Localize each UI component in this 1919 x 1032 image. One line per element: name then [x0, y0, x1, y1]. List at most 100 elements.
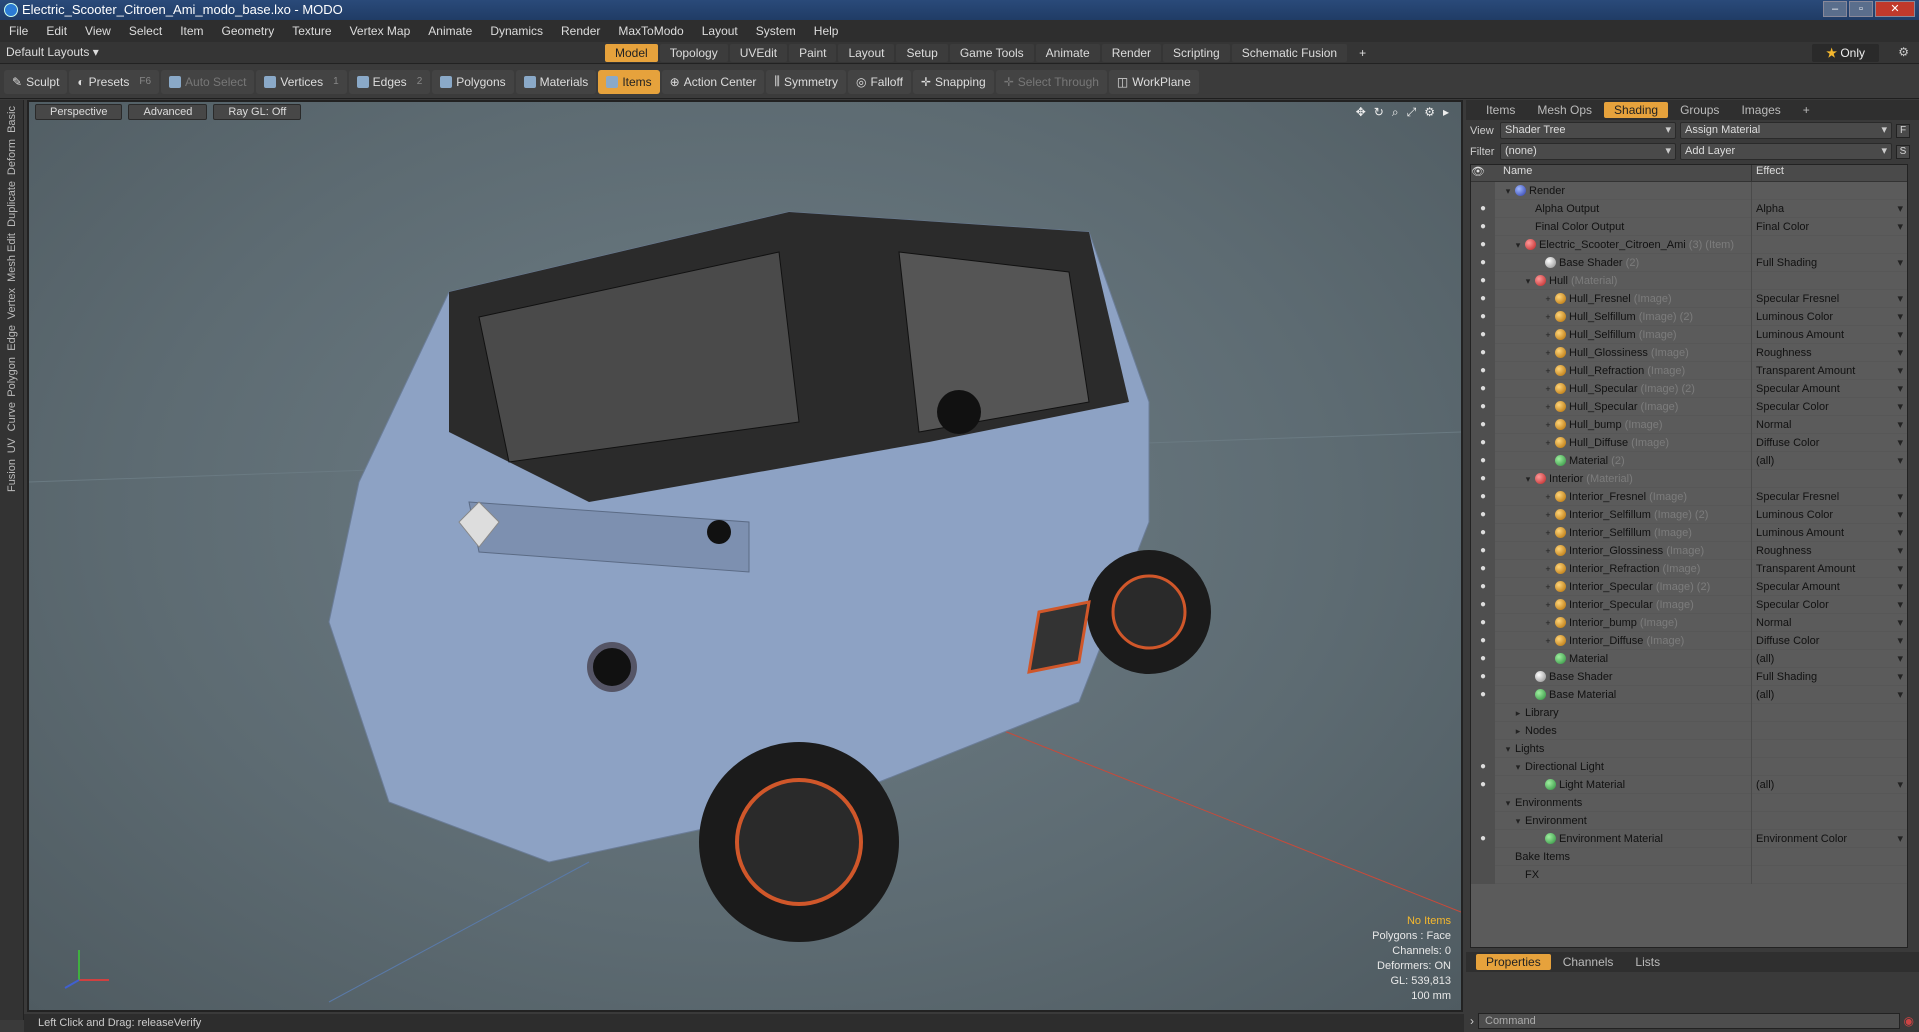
shader-tree-row[interactable]: ● + Interior_Selfillum (Image) (2) Luminous…: [1471, 505, 1907, 524]
viewport-gear-icon[interactable]: ⚙: [1424, 105, 1435, 120]
menu-help[interactable]: Help: [805, 24, 848, 38]
eye-icon[interactable]: ●: [1471, 379, 1495, 398]
expand-plus-icon[interactable]: +: [1543, 578, 1553, 596]
eye-icon[interactable]: ●: [1471, 577, 1495, 596]
eye-empty[interactable]: [1471, 703, 1495, 722]
minimize-button[interactable]: –: [1823, 1, 1847, 17]
shader-tree-row[interactable]: ● + Interior_Specular (Image) Specular Colo…: [1471, 595, 1907, 614]
assign-material-button[interactable]: F: [1896, 123, 1910, 138]
shader-tree-row[interactable]: ● Final Color Output Final Color: [1471, 217, 1907, 236]
expand-plus-icon[interactable]: +: [1543, 632, 1553, 650]
panel-tab-mesh-ops[interactable]: Mesh Ops: [1527, 102, 1602, 118]
eye-icon[interactable]: ●: [1471, 361, 1495, 380]
polygons-button[interactable]: Polygons: [432, 69, 514, 94]
eye-icon[interactable]: ●: [1471, 433, 1495, 452]
falloff-button[interactable]: ◎ Falloff: [847, 69, 911, 94]
menu-maxtomodo[interactable]: MaxToModo: [609, 24, 692, 38]
row-effect-dropdown[interactable]: Luminous Amount: [1752, 326, 1907, 344]
props-tab-lists[interactable]: Lists: [1625, 954, 1670, 970]
shader-tree-row[interactable]: ● + Interior_Refraction (Image) Transparent…: [1471, 559, 1907, 578]
tab-topology[interactable]: Topology: [659, 44, 728, 62]
expand-plus-icon[interactable]: +: [1543, 398, 1553, 416]
left-tab-deform[interactable]: Deform: [6, 139, 18, 175]
expand-arrow-icon[interactable]: ▾: [1503, 740, 1513, 758]
maximize-button[interactable]: ▫: [1849, 1, 1873, 17]
eye-icon[interactable]: ●: [1471, 775, 1495, 794]
shader-tree-row[interactable]: ● Base Shader (2) Full Shading: [1471, 253, 1907, 272]
eye-icon[interactable]: ●: [1471, 253, 1495, 272]
row-effect-dropdown[interactable]: Roughness: [1752, 344, 1907, 362]
eye-icon[interactable]: ●: [1471, 397, 1495, 416]
sculpt-button[interactable]: ✎ Sculpt: [4, 69, 68, 94]
row-effect-dropdown[interactable]: Luminous Amount: [1752, 524, 1907, 542]
expand-plus-icon[interactable]: +: [1543, 362, 1553, 380]
assign-material-dropdown[interactable]: Assign Material: [1680, 122, 1892, 139]
tab-uvedit[interactable]: UVEdit: [729, 44, 788, 62]
shader-tree-row[interactable]: ● + Hull_Specular (Image) (2) Specular Amou…: [1471, 379, 1907, 398]
vertices-button[interactable]: Vertices 1: [256, 69, 347, 94]
eye-icon[interactable]: ●: [1471, 217, 1495, 236]
zoom-view-icon[interactable]: ⌕: [1392, 105, 1399, 120]
shader-tree-row[interactable]: ● + Interior_Fresnel (Image) Specular Fresn…: [1471, 487, 1907, 506]
workplane-button[interactable]: ◫ WorkPlane: [1108, 69, 1199, 94]
menu-render[interactable]: Render: [552, 24, 609, 38]
props-tab-properties[interactable]: Properties: [1476, 954, 1551, 970]
shader-tree-row[interactable]: ● Light Material (all): [1471, 775, 1907, 794]
menu-geometry[interactable]: Geometry: [213, 24, 284, 38]
eye-icon[interactable]: ●: [1471, 415, 1495, 434]
expand-plus-icon[interactable]: +: [1543, 344, 1553, 362]
row-effect-dropdown[interactable]: Luminous Color: [1752, 308, 1907, 326]
left-tab-edge[interactable]: Edge: [6, 325, 18, 351]
eye-icon[interactable]: ●: [1471, 505, 1495, 524]
perspective-dropdown[interactable]: Perspective: [35, 104, 123, 120]
edges-button[interactable]: Edges 2: [348, 69, 431, 94]
view-dropdown[interactable]: Shader Tree: [1500, 122, 1676, 139]
row-effect-dropdown[interactable]: Alpha: [1752, 200, 1907, 218]
snapping-button[interactable]: ✛ Snapping: [912, 69, 994, 94]
left-tab-curve[interactable]: Curve: [6, 402, 18, 431]
expand-arrow-icon[interactable]: ▾: [1523, 470, 1533, 488]
action-center-button[interactable]: ⊕ Action Center: [661, 69, 765, 94]
row-effect-dropdown[interactable]: Normal: [1752, 614, 1907, 632]
shader-tree-row[interactable]: ● + Interior_Glossiness (Image) Roughness: [1471, 541, 1907, 560]
panel-tab-items[interactable]: Items: [1476, 102, 1525, 118]
shader-tree-row[interactable]: ● Material (all): [1471, 649, 1907, 668]
filter-dropdown[interactable]: (none): [1500, 143, 1676, 160]
tab-schematic-fusion[interactable]: Schematic Fusion: [1231, 44, 1348, 62]
only-toggle[interactable]: ★ Only: [1812, 44, 1879, 62]
eye-icon[interactable]: ●: [1471, 487, 1495, 506]
shader-tree-row[interactable]: ● Environment Material Environment Color: [1471, 829, 1907, 848]
shader-tree-row[interactable]: ● + Interior_bump (Image) Normal: [1471, 613, 1907, 632]
expand-arrow-icon[interactable]: ▾: [1513, 758, 1523, 776]
add-layer-button[interactable]: S: [1896, 144, 1910, 159]
eye-icon[interactable]: ●: [1471, 199, 1495, 218]
name-column-header[interactable]: Name: [1495, 165, 1752, 181]
eye-empty[interactable]: [1471, 865, 1495, 884]
eye-icon[interactable]: ●: [1471, 559, 1495, 578]
expand-plus-icon[interactable]: +: [1543, 290, 1553, 308]
expand-plus-icon[interactable]: +: [1543, 524, 1553, 542]
expand-arrow-icon[interactable]: ▸: [1513, 704, 1523, 722]
left-tab-basic[interactable]: Basic: [6, 106, 18, 133]
eye-icon[interactable]: ●: [1471, 541, 1495, 560]
eye-empty[interactable]: [1471, 811, 1495, 830]
shader-tree-row[interactable]: ● + Hull_Specular (Image) Specular Color: [1471, 397, 1907, 416]
expand-plus-icon[interactable]: +: [1543, 434, 1553, 452]
expand-plus-icon[interactable]: +: [1543, 326, 1553, 344]
eye-empty[interactable]: [1471, 739, 1495, 758]
shader-tree-row[interactable]: ● + Hull_Refraction (Image) Transparent Amo…: [1471, 361, 1907, 380]
row-effect-dropdown[interactable]: Specular Color: [1752, 596, 1907, 614]
row-effect-dropdown[interactable]: (all): [1752, 776, 1907, 794]
expand-plus-icon[interactable]: +: [1543, 506, 1553, 524]
expand-plus-icon[interactable]: +: [1543, 488, 1553, 506]
3d-viewport[interactable]: Perspective Advanced Ray GL: Off ✥ ↻ ⌕ ⤢…: [27, 100, 1463, 1012]
row-effect-dropdown[interactable]: (all): [1752, 650, 1907, 668]
tab-paint[interactable]: Paint: [789, 44, 837, 62]
shader-tree-row[interactable]: ▾ Environment: [1471, 811, 1907, 830]
menu-view[interactable]: View: [76, 24, 120, 38]
add-layer-dropdown[interactable]: Add Layer: [1680, 143, 1892, 160]
eye-icon[interactable]: ●: [1471, 451, 1495, 470]
eye-icon[interactable]: ●: [1471, 325, 1495, 344]
fit-view-icon[interactable]: ⤢: [1407, 105, 1417, 120]
command-record-icon[interactable]: ◉: [1904, 1014, 1914, 1028]
